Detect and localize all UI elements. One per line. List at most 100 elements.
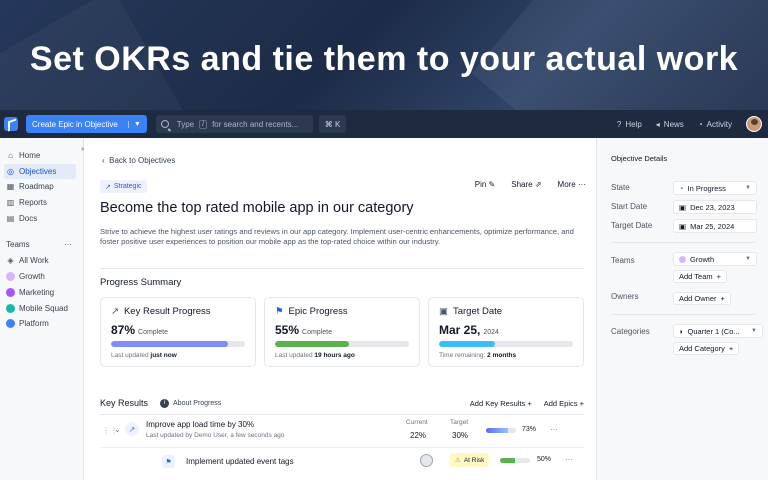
subtitle-prefix: Last updated by	[146, 432, 193, 439]
back-to-objectives-link[interactable]: ‹ Back to Objectives	[102, 156, 175, 165]
search-icon	[160, 120, 169, 128]
team-item-platform[interactable]: Platform	[4, 316, 76, 331]
help-button[interactable]: ? Help	[617, 120, 642, 129]
card-title: Target Date	[452, 306, 503, 317]
add-category-button[interactable]: Add Category +	[673, 342, 740, 355]
sidebar-item-roadmap[interactable]: ▦ Roadmap	[4, 179, 76, 194]
team-color-dot	[6, 272, 15, 281]
team-item-growth[interactable]: Growth	[4, 269, 76, 284]
objective-title[interactable]: Become the top rated mobile app in our c…	[100, 200, 414, 216]
add-key-results-button[interactable]: Add Key Results +	[470, 399, 532, 408]
teams-more-button[interactable]: ···	[64, 240, 72, 249]
card-title: Epic Progress	[288, 306, 348, 317]
key-results-header: Key Results i About Progress Add Key Res…	[100, 396, 584, 410]
calendar-icon: ▣	[679, 202, 687, 212]
epic-row[interactable]: ⚑ Implement updated event tags ⚠ At Risk…	[100, 448, 584, 476]
team-color-dot	[679, 255, 686, 263]
team-item-all-work[interactable]: ◈ All Work	[4, 253, 76, 268]
progress-bar-fill	[111, 341, 228, 347]
share-icon: ⇗	[534, 180, 542, 189]
add-team-button[interactable]: Add Team +	[673, 270, 728, 283]
team-item-marketing[interactable]: Marketing	[4, 285, 76, 300]
epic-title[interactable]: Implement updated event tags	[186, 457, 294, 466]
team-color-dot	[6, 304, 15, 313]
card-footer-prefix: Last updated	[275, 352, 313, 359]
card-value: 87% Complete	[111, 323, 245, 337]
hero-headline: Set OKRs and tie them to your actual wor…	[29, 40, 739, 78]
tag-label: Strategic	[113, 183, 142, 190]
sidebar-item-home[interactable]: ⌂ Home	[4, 148, 76, 163]
help-label: Help	[625, 119, 642, 129]
row-more-icon[interactable]: ···	[550, 425, 558, 434]
teams-select[interactable]: Growth ▼	[673, 252, 757, 266]
state-select[interactable]: ◔ In Progress ▼	[673, 181, 757, 195]
warning-icon: ⚠	[455, 457, 461, 464]
category-icon: ◗	[679, 326, 684, 336]
key-result-row[interactable]: ⋮⋮ ⌄ ↗ Improve app load time by 30% Last…	[100, 414, 584, 448]
row-more-icon[interactable]: ···	[565, 455, 573, 464]
objective-actions: Pin ✎ Share ⇗ More ···	[475, 180, 586, 189]
chevron-down-icon[interactable]: ▼	[127, 120, 141, 128]
categories-label: Categories	[611, 327, 650, 336]
sidebar-item-label: Roadmap	[19, 182, 54, 191]
top-right-actions: ? Help ◂ News ◔ Activity	[617, 116, 768, 132]
target-date-value: Mar 25, 2024	[690, 221, 735, 231]
share-button[interactable]: Share ⇗	[511, 180, 541, 189]
sidebar-item-docs[interactable]: ▤ Docs	[4, 211, 76, 226]
app-logo-icon[interactable]	[4, 117, 18, 131]
team-label: Mobile Squad	[19, 304, 68, 313]
card-value-number: 55%	[275, 323, 300, 337]
card-header: ▣ Target Date	[439, 306, 573, 317]
team-label: Growth	[19, 272, 45, 281]
progress-bar-fill	[500, 458, 515, 463]
key-result-title[interactable]: Improve app load time by 30%	[146, 420, 254, 429]
categories-select[interactable]: ◗ Quarter 1 (Co... ▼	[673, 324, 763, 338]
plus-icon: +	[728, 344, 734, 353]
objective-type-tag[interactable]: ↗ Strategic	[100, 180, 147, 193]
user-avatar[interactable]	[746, 116, 762, 132]
pin-icon: ✎	[488, 180, 496, 189]
objective-description[interactable]: Strive to achieve the highest user ratin…	[100, 227, 578, 247]
card-value-number: Mar 25,	[439, 323, 481, 337]
start-date-value: Dec 23, 2023	[690, 202, 735, 212]
chevron-down-icon: ▼	[745, 256, 751, 262]
status-badge[interactable]: ⚠ At Risk	[450, 453, 490, 467]
share-label: Share	[511, 180, 533, 189]
subtitle-user: Demo User	[194, 432, 227, 439]
target-value[interactable]: 30%	[452, 431, 468, 440]
about-progress-label: About Progress	[173, 399, 222, 407]
epic-progress-card: ⚑ Epic Progress 55% Complete Last updated …	[264, 297, 420, 367]
activity-button[interactable]: ◔ Activity	[698, 120, 732, 129]
flag-icon: ⚑	[162, 455, 175, 468]
create-epic-button[interactable]: Create Epic in Objective ▼	[26, 115, 147, 133]
add-owner-button[interactable]: Add Owner +	[673, 292, 731, 305]
assignee-avatar-icon[interactable]	[420, 454, 433, 467]
search-input[interactable]: Type / for search and recents...	[155, 115, 313, 133]
more-label: More	[557, 180, 576, 189]
news-button[interactable]: ◂ News	[656, 120, 684, 129]
team-item-mobile-squad[interactable]: Mobile Squad	[4, 301, 76, 316]
progress-bar	[439, 341, 573, 347]
plus-icon: +	[716, 272, 722, 281]
about-progress-button[interactable]: i About Progress	[160, 398, 222, 408]
sidebar-item-label: Reports	[19, 198, 48, 207]
objective-details-panel: Objective Details State ◔ In Progress ▼ …	[596, 138, 768, 480]
more-button[interactable]: More ···	[558, 180, 586, 189]
target-date-label: Target Date	[611, 221, 653, 230]
sidebar-item-objectives[interactable]: ◎ Objectives	[4, 164, 76, 179]
chart-icon: ▥	[6, 198, 15, 207]
left-sidebar: « ⌂ Home ◎ Objectives ▦ Roadmap ▥ Report…	[0, 138, 85, 480]
chevron-down-icon[interactable]: ⌄	[114, 425, 121, 434]
target-date-picker[interactable]: ▣ Mar 25, 2024	[673, 219, 757, 233]
megaphone-icon: ◂	[655, 119, 660, 129]
card-value-suffix: 2024	[483, 329, 499, 336]
key-result-progress-bar	[486, 428, 516, 433]
add-epics-button[interactable]: Add Epics +	[544, 399, 584, 408]
pin-button[interactable]: Pin ✎	[475, 180, 496, 189]
key-result-progress-card: ↗ Key Result Progress 87% Complete Last up…	[100, 297, 256, 367]
add-epics-label: Add Epics	[543, 398, 578, 408]
start-date-picker[interactable]: ▣ Dec 23, 2023	[673, 200, 757, 214]
current-value[interactable]: 22%	[410, 431, 426, 440]
sidebar-item-reports[interactable]: ▥ Reports	[4, 195, 76, 210]
command-palette-button[interactable]: ⌘ K	[318, 115, 347, 133]
